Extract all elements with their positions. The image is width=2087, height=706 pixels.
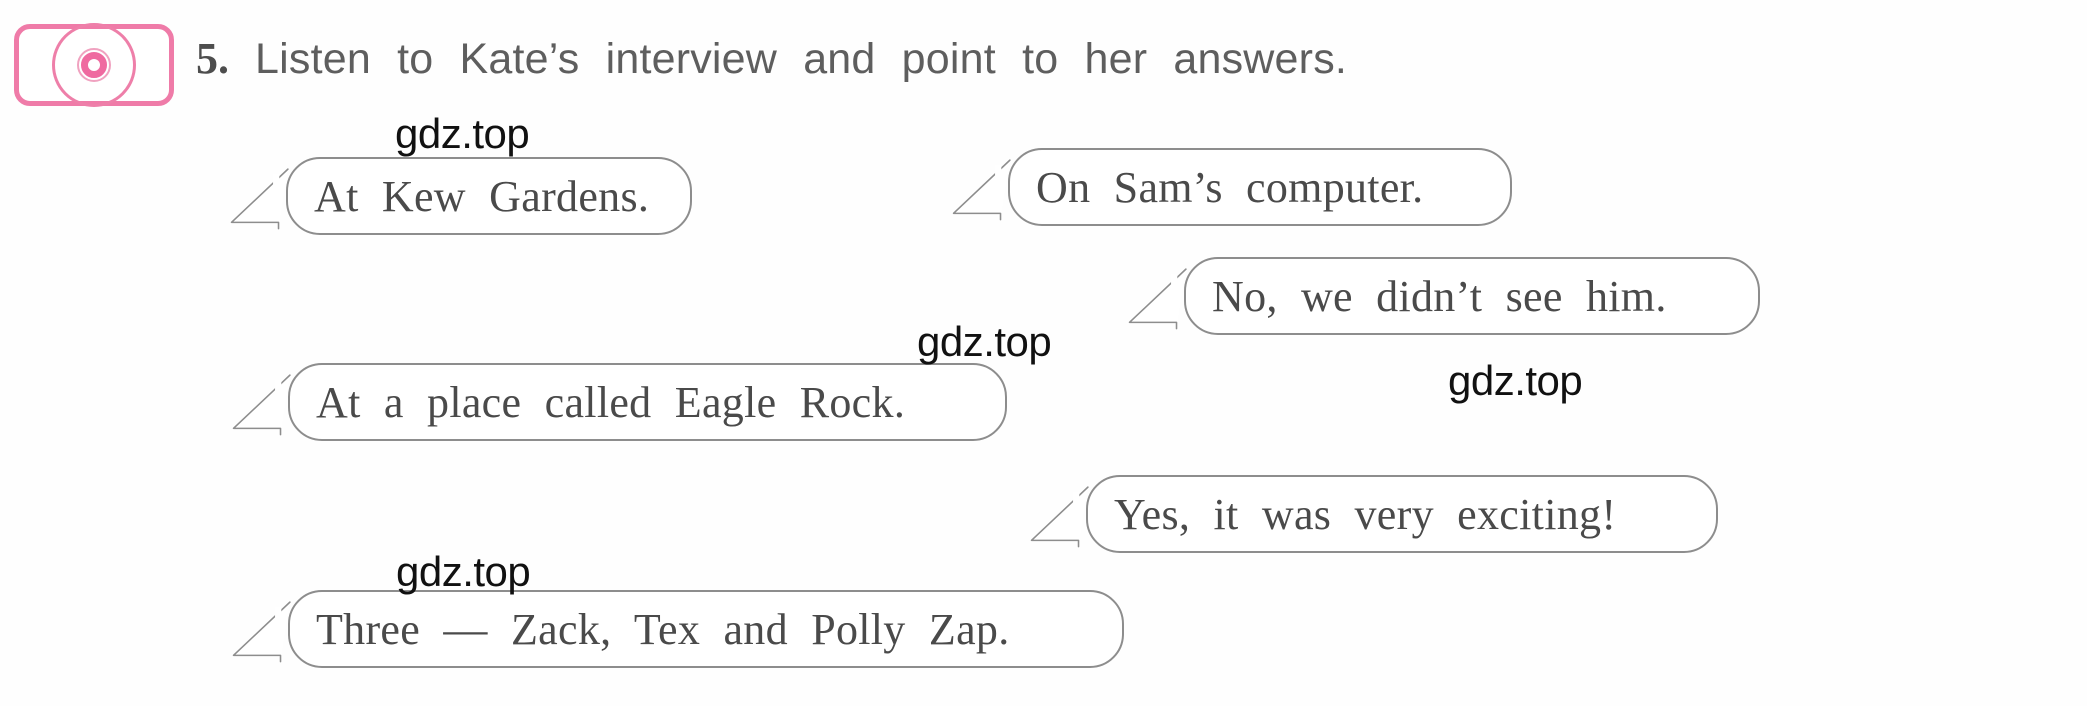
- speech-bubble-text: Three — Zack, Tex and Polly Zap.: [316, 604, 1010, 654]
- cd-audio-icon: [14, 23, 174, 107]
- bubble-eagle-rock[interactable]: At a place called Eagle Rock.: [232, 363, 1007, 441]
- watermark-gdz-top: gdz.top: [1448, 357, 1583, 404]
- speech-bubble-text: No, we didn’t see him.: [1212, 271, 1667, 321]
- task-instruction-text: Listen to Kate’s interview and point to …: [255, 35, 1348, 83]
- task-heading: 5. Listen to Kate’s interview and point …: [196, 33, 1516, 91]
- cd-hub-inner-ring: [81, 52, 107, 78]
- watermark-gdz-top: gdz.top: [395, 110, 530, 157]
- bubble-sams-computer[interactable]: On Sam’s computer.: [952, 148, 1512, 226]
- speech-bubble-text: On Sam’s computer.: [1036, 162, 1424, 212]
- task-number: 5.: [196, 34, 229, 83]
- watermark-gdz-top: gdz.top: [396, 548, 531, 595]
- cd-hub-outer-ring: [77, 48, 111, 82]
- speech-bubble-text: At a place called Eagle Rock.: [316, 377, 906, 427]
- bubble-kew-gardens[interactable]: At Kew Gardens.: [230, 157, 692, 235]
- speech-bubble-text: At Kew Gardens.: [314, 171, 650, 221]
- bubble-three-names[interactable]: Three — Zack, Tex and Polly Zap.: [232, 590, 1124, 668]
- bubble-very-exciting[interactable]: Yes, it was very exciting!: [1030, 475, 1718, 553]
- speech-bubble-text: Yes, it was very exciting!: [1114, 489, 1617, 539]
- bubble-didnt-see-him[interactable]: No, we didn’t see him.: [1128, 257, 1760, 335]
- cd-disc-outer-ring: [52, 23, 136, 107]
- watermark-gdz-top: gdz.top: [917, 318, 1052, 365]
- worksheet-page: 5. Listen to Kate’s interview and point …: [0, 0, 2087, 706]
